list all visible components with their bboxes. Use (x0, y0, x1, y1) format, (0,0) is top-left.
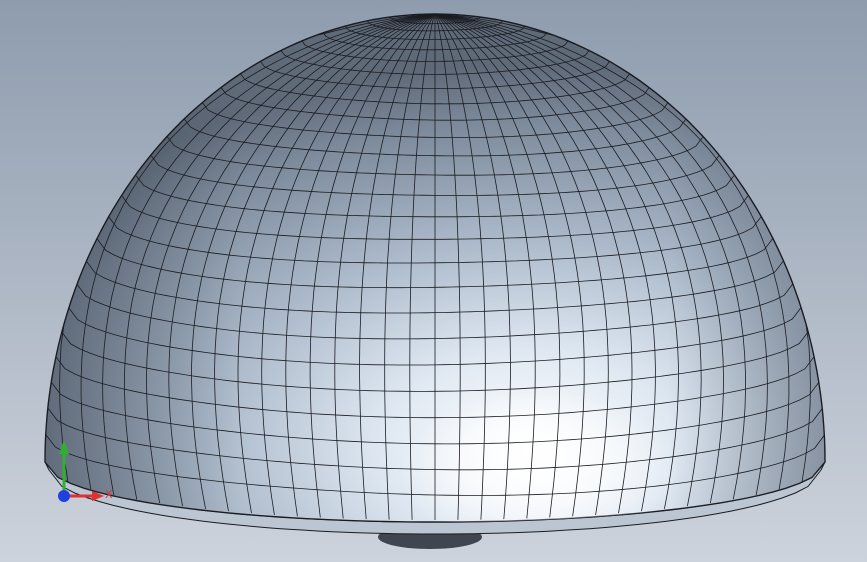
3d-model-scene[interactable] (0, 0, 867, 562)
y-axis-arrow (59, 440, 69, 454)
axis-triad: X (58, 440, 113, 502)
graphics-viewport[interactable]: X (0, 0, 867, 562)
z-axis-dot (58, 490, 70, 502)
x-axis-arrow (92, 491, 104, 501)
x-axis-label: X (105, 488, 113, 501)
